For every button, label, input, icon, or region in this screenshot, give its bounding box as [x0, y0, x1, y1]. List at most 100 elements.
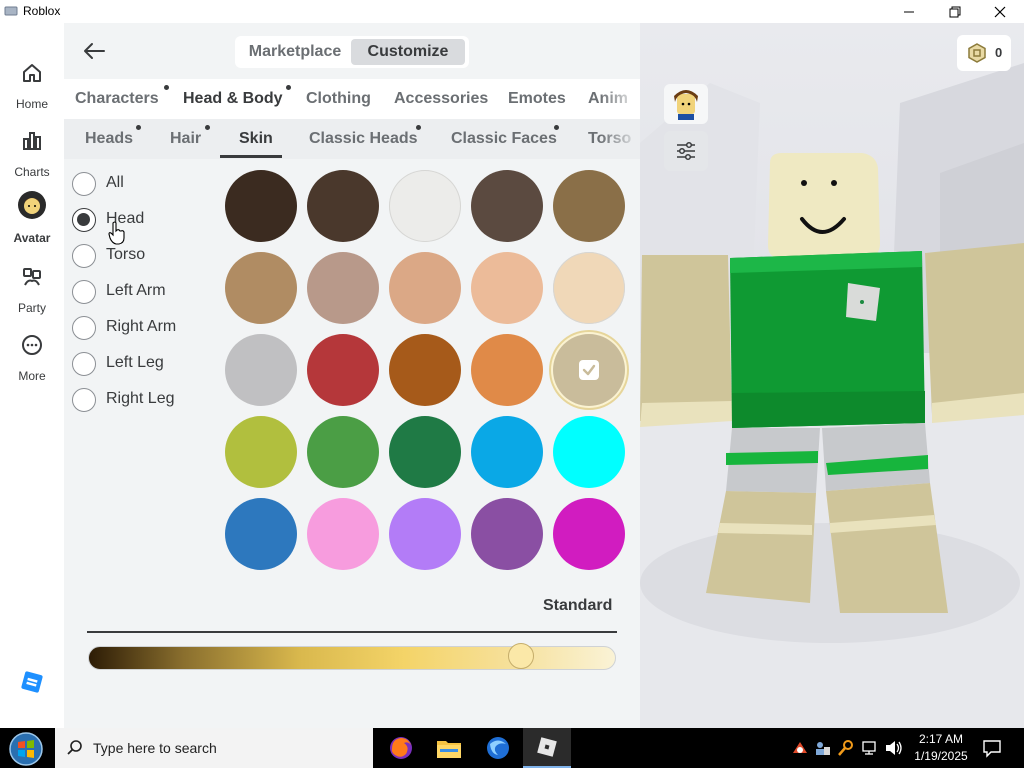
- skin-color-swatch[interactable]: [471, 416, 543, 488]
- taskbar-search-box[interactable]: Type here to search: [55, 728, 373, 768]
- body-part-left-arm[interactable]: Left Arm: [72, 278, 212, 308]
- start-button[interactable]: [6, 731, 46, 767]
- radio-circle: [72, 388, 96, 412]
- skin-color-swatch[interactable]: [307, 416, 379, 488]
- roblox-app-icon: [4, 6, 18, 16]
- skin-color-swatch[interactable]: [307, 334, 379, 406]
- robux-balance[interactable]: 0: [957, 35, 1011, 71]
- robux-icon: [968, 43, 986, 63]
- skin-tone-slider-handle[interactable]: [507, 643, 534, 669]
- skin-color-swatch[interactable]: [225, 416, 297, 488]
- avatar-preview-scene[interactable]: [640, 23, 1024, 728]
- nav-label: Party: [17, 301, 46, 315]
- skin-color-swatch[interactable]: [389, 252, 461, 324]
- notification-dot: [205, 125, 210, 130]
- taskbar-browser[interactable]: [474, 728, 522, 768]
- close-window-button[interactable]: [977, 0, 1023, 23]
- nav-label: Avatar: [13, 231, 51, 245]
- customize-segment-button[interactable]: Customize: [351, 39, 465, 65]
- tabs-fade: [600, 79, 640, 119]
- nav-home[interactable]: Home: [0, 57, 64, 117]
- clock-date: 1/19/2025: [914, 749, 968, 763]
- radio-circle: [72, 172, 96, 196]
- radio-label: Torso: [106, 246, 146, 263]
- window-title: Roblox: [23, 4, 61, 18]
- tab-head-and-body[interactable]: Head & Body: [183, 90, 283, 108]
- radio-circle: [72, 280, 96, 304]
- radio-circle: [72, 352, 96, 376]
- body-part-left-leg[interactable]: Left Leg: [72, 350, 212, 380]
- skin-tone-slider[interactable]: [88, 646, 616, 670]
- active-tab-underline: [220, 155, 282, 158]
- customize-panel: Marketplace Customize Characters Head & …: [64, 23, 640, 728]
- taskbar-clock[interactable]: 2:17 AM 1/19/2025: [906, 731, 976, 765]
- skin-color-swatch[interactable]: [225, 498, 297, 570]
- skin-color-swatch[interactable]: [471, 252, 543, 324]
- avatar-headshot-button[interactable]: [664, 84, 708, 124]
- tray-network-people-icon[interactable]: [813, 739, 831, 757]
- subtab-hair[interactable]: Hair: [170, 130, 201, 148]
- radio-label: All: [106, 174, 124, 191]
- nav-avatar[interactable]: Avatar: [0, 191, 64, 251]
- adjust-settings-button[interactable]: [664, 131, 708, 171]
- skin-color-swatch[interactable]: [553, 416, 625, 488]
- tray-app-icon[interactable]: [791, 739, 809, 757]
- skin-color-swatch[interactable]: [389, 498, 461, 570]
- taskbar-file-explorer[interactable]: [425, 728, 473, 768]
- sliders-icon: [677, 141, 695, 161]
- restore-button[interactable]: [932, 0, 978, 23]
- nav-party[interactable]: Party: [0, 261, 64, 321]
- skin-color-swatch[interactable]: [553, 252, 625, 324]
- taskbar-roblox-app[interactable]: [523, 728, 571, 768]
- tab-emotes[interactable]: Emotes: [508, 90, 566, 108]
- clock-time: 2:17 AM: [918, 732, 964, 746]
- subtab-heads[interactable]: Heads: [85, 130, 133, 148]
- skin-color-swatch[interactable]: [307, 170, 379, 242]
- body-part-torso[interactable]: Torso: [72, 242, 212, 272]
- skin-color-swatch[interactable]: [307, 498, 379, 570]
- roblox-logo-icon[interactable]: [20, 670, 44, 694]
- body-part-right-leg[interactable]: Right Leg: [72, 386, 212, 416]
- skin-color-swatch[interactable]: [471, 498, 543, 570]
- subtab-classic-heads[interactable]: Classic Heads: [309, 130, 418, 148]
- skin-color-swatch[interactable]: [553, 170, 625, 242]
- skin-color-swatch[interactable]: [471, 334, 543, 406]
- body-part-right-arm[interactable]: Right Arm: [72, 314, 212, 344]
- tab-characters[interactable]: Characters: [75, 90, 159, 108]
- panel-topbar: Marketplace Customize: [64, 23, 640, 79]
- skin-color-swatch[interactable]: [389, 170, 461, 242]
- skin-color-swatch[interactable]: [225, 252, 297, 324]
- category-tabs: Characters Head & Body Clothing Accessor…: [64, 79, 640, 119]
- subtab-classic-faces[interactable]: Classic Faces: [451, 130, 557, 148]
- firefox-icon: [390, 737, 412, 759]
- volume-icon[interactable]: [884, 739, 904, 757]
- marketplace-segment-button[interactable]: Marketplace: [239, 39, 351, 65]
- minimize-icon: [904, 11, 914, 12]
- notification-dot: [416, 125, 421, 130]
- taskbar-firefox[interactable]: [377, 728, 425, 768]
- tray-search-key-icon[interactable]: [837, 739, 855, 757]
- robux-amount: 0: [995, 45, 1003, 60]
- nav-charts[interactable]: Charts: [0, 125, 64, 185]
- skin-color-swatch[interactable]: [225, 334, 297, 406]
- network-icon[interactable]: [861, 739, 879, 757]
- tab-clothing[interactable]: Clothing: [306, 90, 371, 108]
- avatar-3d-preview: [640, 63, 1024, 728]
- skin-color-swatch[interactable]: [471, 170, 543, 242]
- skin-color-swatch[interactable]: [553, 498, 625, 570]
- tab-accessories[interactable]: Accessories: [394, 90, 488, 108]
- skin-color-swatch[interactable]: [307, 252, 379, 324]
- home-icon: [23, 64, 41, 82]
- notification-center-icon[interactable]: [982, 738, 1002, 758]
- minimize-button[interactable]: [886, 0, 932, 23]
- skin-color-swatch[interactable]: [389, 334, 461, 406]
- body-part-head[interactable]: Head: [72, 206, 212, 236]
- back-arrow-icon[interactable]: [80, 37, 108, 65]
- hand-cursor-icon: [108, 221, 125, 245]
- nav-more[interactable]: More: [0, 329, 64, 389]
- body-part-all[interactable]: All: [72, 170, 212, 200]
- subtab-skin[interactable]: Skin: [239, 130, 273, 148]
- skin-color-swatch[interactable]: [553, 334, 625, 406]
- skin-color-swatch[interactable]: [389, 416, 461, 488]
- skin-color-swatch[interactable]: [225, 170, 297, 242]
